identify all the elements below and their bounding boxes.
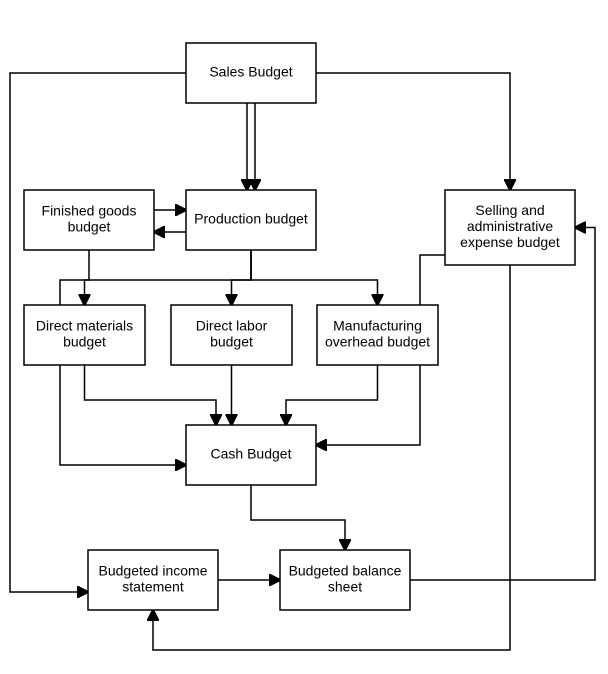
node-moh-label-1: overhead budget [325,334,430,350]
node-finished-label-1: budget [68,219,111,235]
edge-prod-dlab [232,250,252,305]
node-selling-label-0: Selling and [475,202,544,218]
edge-prod-dmat [85,250,252,305]
budget-flow-diagram: Sales BudgetFinished goodsbudgetProducti… [0,0,608,674]
edge-moh-cash [286,365,378,425]
node-production-label-0: Production budget [194,211,308,227]
node-dlab-label-1: budget [210,334,253,350]
node-bis-label-1: statement [122,579,184,595]
node-selling-label-2: expense budget [460,234,560,250]
node-dlab-label-0: Direct labor [196,318,268,334]
edge-dmat-cash [85,365,217,425]
edge-prod-moh [251,250,378,305]
node-cash-label-0: Cash Budget [211,446,292,462]
node-bis-label-0: Budgeted income [99,563,208,579]
node-moh-label-0: Manufacturing [333,318,422,334]
edge-cash-bbs [251,485,345,550]
node-dmat-label-0: Direct materials [36,318,133,334]
node-sales-label-0: Sales Budget [209,64,292,80]
node-bbs-label-0: Budgeted balance [289,563,402,579]
node-dmat-label-1: budget [63,334,106,350]
node-bbs-label-1: sheet [328,579,362,595]
edge-bbs-selling [410,228,595,581]
node-finished-label-0: Finished goods [42,203,137,219]
node-selling-label-1: administrative [467,218,554,234]
edge-sales-selling [316,73,510,190]
